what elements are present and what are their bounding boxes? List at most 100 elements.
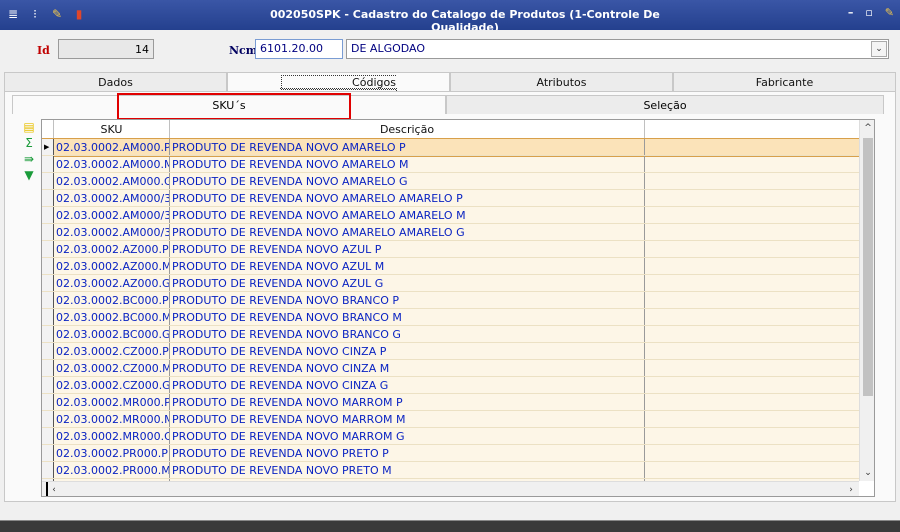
row-indicator[interactable] (42, 156, 54, 172)
cell-descricao[interactable]: PRODUTO DE REVENDA NOVO AZUL P (170, 241, 645, 257)
tab-dados[interactable]: Dados (4, 72, 227, 91)
scroll-thumb[interactable] (863, 138, 873, 396)
cell-sku[interactable]: 02.03.0002.AZ000.P (54, 241, 170, 257)
table-row[interactable]: 02.03.0002.PR000.P PRODUTO DE REVENDA NOV… (42, 445, 859, 462)
tab-atributos[interactable]: Atributos (450, 72, 673, 91)
scroll-left-icon[interactable]: ‹ (46, 482, 62, 496)
cell-descricao[interactable]: PRODUTO DE REVENDA NOVO PRETO M (170, 462, 645, 478)
cell-descricao[interactable]: PRODUTO DE REVENDA NOVO BRANCO M (170, 309, 645, 325)
restore-icon[interactable]: ▫ (865, 6, 872, 19)
horizontal-scrollbar[interactable]: ‹ › (42, 481, 859, 496)
table-row[interactable]: 02.03.0002.AZ000.M PRODUTO DE REVENDA NOV… (42, 258, 859, 275)
row-indicator[interactable] (42, 326, 54, 342)
id-field[interactable]: 14 (58, 39, 154, 59)
row-indicator[interactable] (42, 224, 54, 240)
cell-descricao[interactable]: PRODUTO DE REVENDA NOVO AZUL G (170, 275, 645, 291)
tab-fabricante[interactable]: Fabricante (673, 72, 896, 91)
table-row[interactable]: 02.03.0002.BC000.G PRODUTO DE REVENDA NOV… (42, 326, 859, 343)
row-indicator[interactable] (42, 258, 54, 274)
minimize-icon[interactable]: – (848, 6, 854, 19)
cell-sku[interactable]: 02.03.0002.AM000/376.G (54, 224, 170, 240)
cell-sku[interactable]: 02.03.0002.AM000.G (54, 173, 170, 189)
tab-codigos-internos[interactable]: Códigos Internos (227, 72, 450, 103)
table-row[interactable]: 02.03.0002.AM000/376.PPRODUTO DE REVENDA… (42, 190, 859, 207)
row-indicator[interactable] (42, 462, 54, 478)
cell-descricao[interactable]: PRODUTO DE REVENDA NOVO MARROM G (170, 428, 645, 444)
row-indicator[interactable] (42, 207, 54, 223)
cell-descricao[interactable]: PRODUTO DE REVENDA NOVO MARROM M (170, 411, 645, 427)
pencil-icon[interactable]: ✎ (885, 6, 894, 19)
column-header-empty[interactable] (645, 120, 859, 139)
cell-sku[interactable]: 02.03.0002.CZ000.M (54, 360, 170, 376)
cell-descricao[interactable]: PRODUTO DE REVENDA NOVO AMARELO AMARELO … (170, 190, 645, 206)
cell-sku[interactable]: 02.03.0002.AM000/376.P (54, 190, 170, 206)
row-indicator[interactable] (42, 394, 54, 410)
cell-sku[interactable]: 02.03.0002.BC000.G (54, 326, 170, 342)
table-row[interactable]: 02.03.0002.BC000.M PRODUTO DE REVENDA NOV… (42, 309, 859, 326)
row-indicator[interactable] (42, 275, 54, 291)
sum-icon[interactable]: Σ (22, 136, 36, 150)
table-row[interactable]: 02.03.0002.AM000.G PRODUTO DE REVENDA NOV… (42, 173, 859, 190)
new-record-icon[interactable]: ▤ (22, 120, 36, 134)
table-row[interactable]: 02.03.0002.MR000.P PRODUTO DE REVENDA NOV… (42, 394, 859, 411)
export-icon[interactable]: ⇛ (22, 152, 36, 166)
table-row[interactable]: 02.03.0002.AZ000.P PRODUTO DE REVENDA NOV… (42, 241, 859, 258)
scroll-down-icon[interactable]: ⌄ (860, 465, 874, 481)
table-row[interactable]: 02.03.0002.AZ000.G PRODUTO DE REVENDA NOV… (42, 275, 859, 292)
scroll-up-icon[interactable]: ^ (860, 120, 874, 136)
cell-descricao[interactable]: PRODUTO DE REVENDA NOVO PRETO P (170, 445, 645, 461)
cell-sku[interactable]: 02.03.0002.AM000.P (54, 139, 170, 155)
book-icon[interactable]: ▮ (72, 7, 86, 21)
cell-descricao[interactable]: PRODUTO DE REVENDA NOVO AMARELO G (170, 173, 645, 189)
table-row[interactable]: ▶ 02.03.0002.AM000.P PRODUTO DE REVENDA NO… (42, 138, 860, 157)
cell-descricao[interactable]: PRODUTO DE REVENDA NOVO CINZA P (170, 343, 645, 359)
row-indicator[interactable] (42, 173, 54, 189)
cell-sku[interactable]: 02.03.0002.MR000.P (54, 394, 170, 410)
ncm-description-select[interactable]: DE ALGODAO ⌄ (346, 39, 889, 59)
cell-descricao[interactable]: PRODUTO DE REVENDA NOVO AMARELO AMARELO … (170, 207, 645, 223)
table-row[interactable]: 02.03.0002.PR000.M PRODUTO DE REVENDA NOV… (42, 462, 859, 479)
table-row[interactable]: 02.03.0002.AM000/376.GPRODUTO DE REVENDA… (42, 224, 859, 241)
row-indicator[interactable]: ▶ (42, 139, 54, 155)
cell-sku[interactable]: 02.03.0002.AZ000.M (54, 258, 170, 274)
cell-sku[interactable]: 02.03.0002.BC000.P (54, 292, 170, 308)
cell-sku[interactable]: 02.03.0002.MR000.M (54, 411, 170, 427)
cell-descricao[interactable]: PRODUTO DE REVENDA NOVO BRANCO P (170, 292, 645, 308)
cell-sku[interactable]: 02.03.0002.AM000.M (54, 156, 170, 172)
sku-grid[interactable]: SKU Descrição ▶ 02.03.0002.AM000.P PRODUTO… (41, 119, 875, 497)
filter-icon[interactable]: ▼ (22, 168, 36, 182)
column-header-sku[interactable]: SKU (54, 120, 170, 139)
cell-descricao[interactable]: PRODUTO DE REVENDA NOVO AZUL M (170, 258, 645, 274)
wrench-icon[interactable]: ✎ (50, 7, 64, 21)
cell-sku[interactable]: 02.03.0002.BC000.M (54, 309, 170, 325)
cell-descricao[interactable]: PRODUTO DE REVENDA NOVO AMARELO AMARELO … (170, 224, 645, 240)
cell-sku[interactable]: 02.03.0002.PR000.P (54, 445, 170, 461)
scroll-right-icon[interactable]: › (843, 482, 859, 496)
cell-descricao[interactable]: PRODUTO DE REVENDA NOVO CINZA M (170, 360, 645, 376)
cell-descricao[interactable]: PRODUTO DE REVENDA NOVO MARROM P (170, 394, 645, 410)
cell-sku[interactable]: 02.03.0002.CZ000.G (54, 377, 170, 393)
table-row[interactable]: 02.03.0002.CZ000.M PRODUTO DE REVENDA NOV… (42, 360, 859, 377)
subtab-selecao[interactable]: Seleção (446, 95, 884, 114)
table-row[interactable]: 02.03.0002.MR000.G PRODUTO DE REVENDA NOV… (42, 428, 859, 445)
table-row[interactable]: 02.03.0002.BC000.P PRODUTO DE REVENDA NOV… (42, 292, 859, 309)
vertical-scrollbar[interactable]: ^ ⌄ (859, 120, 874, 481)
row-indicator[interactable] (42, 377, 54, 393)
row-indicator[interactable] (42, 360, 54, 376)
column-header-descricao[interactable]: Descrição (170, 120, 645, 139)
row-indicator[interactable] (42, 292, 54, 308)
row-indicator[interactable] (42, 343, 54, 359)
cell-sku[interactable]: 02.03.0002.AZ000.G (54, 275, 170, 291)
row-indicator[interactable] (42, 411, 54, 427)
table-row[interactable]: 02.03.0002.CZ000.P PRODUTO DE REVENDA NOV… (42, 343, 859, 360)
cell-descricao[interactable]: PRODUTO DE REVENDA NOVO AMARELO M (170, 156, 645, 172)
list-icon[interactable]: ≣ (6, 7, 20, 21)
row-indicator[interactable] (42, 428, 54, 444)
table-row[interactable]: 02.03.0002.AM000.M PRODUTO DE REVENDA NOV… (42, 156, 859, 173)
row-indicator[interactable] (42, 445, 54, 461)
row-indicator[interactable] (42, 309, 54, 325)
traffic-light-icon[interactable]: ⁝ (28, 7, 42, 21)
ncm-field[interactable]: 6101.20.00 (255, 39, 343, 59)
row-indicator[interactable] (42, 241, 54, 257)
row-indicator[interactable] (42, 190, 54, 206)
